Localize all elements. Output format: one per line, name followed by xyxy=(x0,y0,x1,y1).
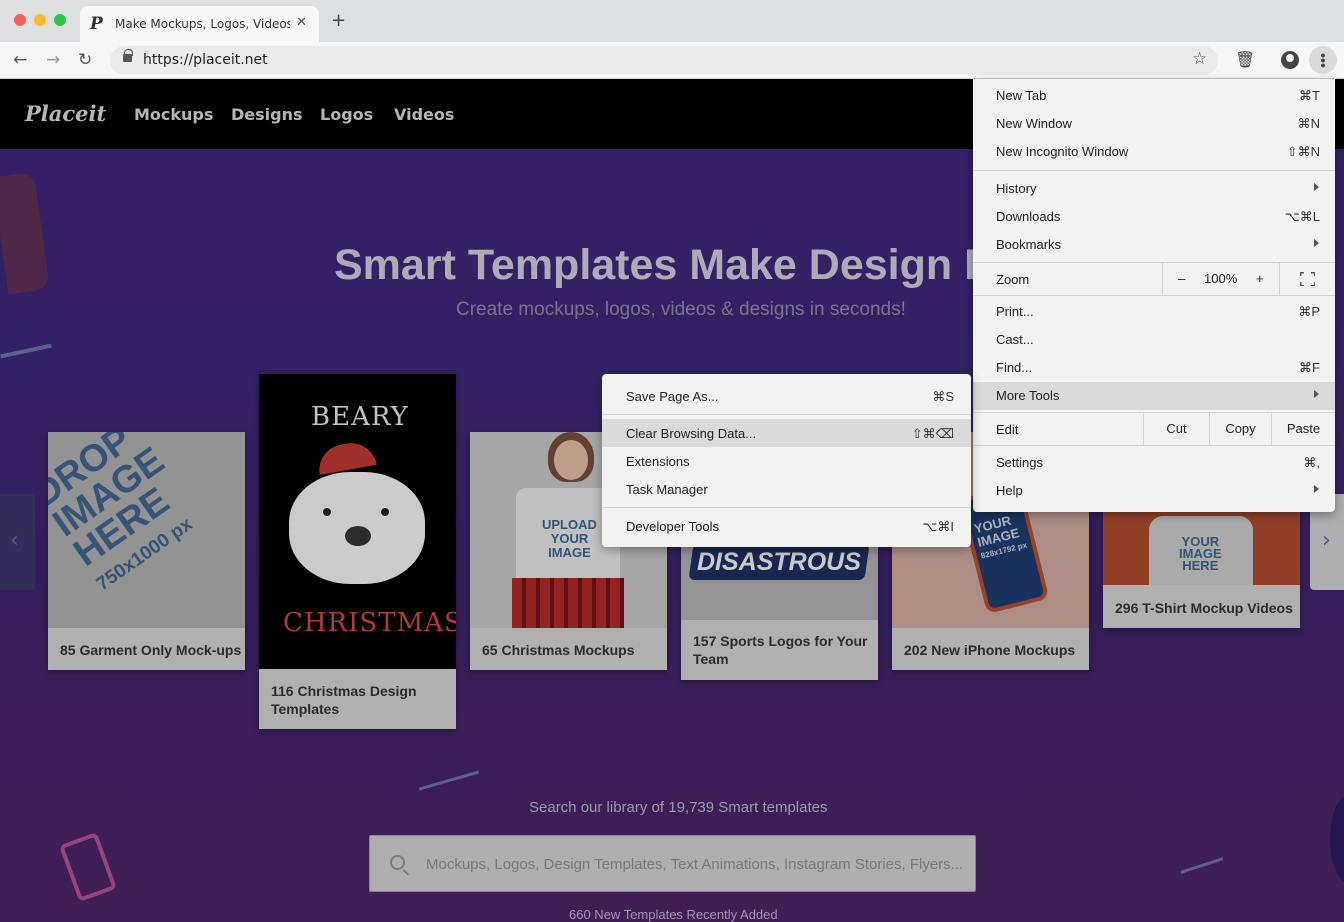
menu-item-label: Help xyxy=(996,483,1023,498)
menu-item-more-tools[interactable]: More Tools xyxy=(973,382,1335,410)
menu-item-shortcut: ⌘S xyxy=(932,389,954,404)
fullscreen-icon xyxy=(1300,272,1315,286)
zoom-in-button[interactable]: + xyxy=(1256,271,1264,286)
menu-item-shortcut: ⌘P xyxy=(1298,304,1320,319)
menu-divider xyxy=(973,295,1335,296)
tab-strip: P Make Mockups, Logos, Videos ✕ + xyxy=(0,0,1344,42)
zoom-window-button[interactable] xyxy=(54,14,66,26)
close-window-button[interactable] xyxy=(14,14,26,26)
menu-item-developer-tools[interactable]: Developer Tools ⌥⌘I xyxy=(602,512,971,540)
browser-toolbar: ← → ↻ https://placeit.net ☆ 🗑 xyxy=(0,42,1344,79)
address-bar[interactable]: https://placeit.net ☆ xyxy=(110,46,1218,75)
menu-item-label: New Incognito Window xyxy=(996,144,1129,159)
menu-item-bookmarks[interactable]: Bookmarks xyxy=(973,231,1335,259)
menu-item-task-manager[interactable]: Task Manager xyxy=(602,475,971,503)
chrome-main-menu: New Tab ⌘T New Window ⌘N New Incognito W… xyxy=(973,79,1335,512)
trash-icon[interactable]: 🗑 xyxy=(1235,50,1255,69)
menu-item-new-window[interactable]: New Window ⌘N xyxy=(973,110,1335,138)
menu-item-label: Extensions xyxy=(626,454,690,469)
zoom-label: Zoom xyxy=(996,272,1030,287)
menu-item-settings[interactable]: Settings ⌘, xyxy=(973,449,1335,477)
menu-row-zoom: Zoom – 100% + xyxy=(973,263,1335,295)
placeit-favicon-icon: P xyxy=(90,14,103,34)
menu-item-shortcut: ⇧⌘⌫ xyxy=(911,426,954,441)
menu-item-downloads[interactable]: Downloads ⌥⌘L xyxy=(973,203,1335,231)
lock-icon xyxy=(123,49,133,62)
menu-item-shortcut: ⌥⌘L xyxy=(1284,209,1320,224)
reload-icon[interactable]: ↻ xyxy=(78,50,92,70)
menu-item-label: Cast... xyxy=(996,332,1034,347)
menu-item-label: Save Page As... xyxy=(626,389,719,404)
minimize-window-button[interactable] xyxy=(34,14,46,26)
chrome-menu-button[interactable] xyxy=(1309,46,1337,74)
menu-item-save-page[interactable]: Save Page As... ⌘S xyxy=(602,382,971,410)
menu-item-label: New Window xyxy=(996,116,1072,131)
menu-divider xyxy=(602,507,971,508)
submenu-arrow-icon xyxy=(1314,390,1319,398)
menu-item-extensions[interactable]: Extensions xyxy=(602,447,971,475)
paste-button[interactable]: Paste xyxy=(1271,413,1335,445)
cut-button[interactable]: Cut xyxy=(1143,413,1209,445)
menu-item-shortcut: ⌘, xyxy=(1303,455,1320,470)
copy-button[interactable]: Copy xyxy=(1209,413,1271,445)
submenu-arrow-icon xyxy=(1314,183,1319,191)
menu-item-label: New Tab xyxy=(996,88,1047,103)
menu-item-label: Task Manager xyxy=(626,482,708,497)
menu-item-new-incognito[interactable]: New Incognito Window ⇧⌘N xyxy=(973,138,1335,166)
menu-divider xyxy=(973,445,1335,446)
menu-item-history[interactable]: History xyxy=(973,175,1335,203)
menu-icon xyxy=(1321,53,1325,68)
back-icon[interactable]: ← xyxy=(13,50,27,70)
submenu-arrow-icon xyxy=(1314,239,1319,247)
menu-item-label: Developer Tools xyxy=(626,519,719,534)
browser-tab[interactable]: P Make Mockups, Logos, Videos ✕ xyxy=(80,6,319,42)
url-text[interactable]: https://placeit.net xyxy=(143,52,268,68)
menu-item-label: Settings xyxy=(996,455,1043,470)
bookmark-star-icon[interactable]: ☆ xyxy=(1192,49,1207,69)
menu-item-shortcut: ⌘T xyxy=(1299,88,1320,103)
submenu-arrow-icon xyxy=(1314,485,1319,493)
menu-item-clear-browsing-data[interactable]: Clear Browsing Data... ⇧⌘⌫ xyxy=(602,419,971,447)
menu-item-label: Clear Browsing Data... xyxy=(626,426,757,441)
menu-item-new-tab[interactable]: New Tab ⌘T xyxy=(973,82,1335,110)
menu-divider xyxy=(602,414,971,415)
menu-item-print[interactable]: Print... ⌘P xyxy=(973,298,1335,326)
menu-item-shortcut: ⌘N xyxy=(1297,116,1320,131)
menu-item-cast[interactable]: Cast... xyxy=(973,326,1335,354)
more-tools-submenu: Save Page As... ⌘S Clear Browsing Data..… xyxy=(602,374,971,547)
menu-divider xyxy=(973,170,1335,171)
menu-item-shortcut: ⌥⌘I xyxy=(922,519,954,534)
menu-item-label: Bookmarks xyxy=(996,237,1062,252)
menu-item-label: More Tools xyxy=(996,388,1060,403)
forward-icon[interactable]: → xyxy=(46,50,60,70)
menu-item-help[interactable]: Help xyxy=(973,477,1335,505)
menu-item-shortcut: ⇧⌘N xyxy=(1286,144,1320,159)
tab-title: Make Mockups, Logos, Videos xyxy=(115,17,290,31)
menu-item-label: Downloads xyxy=(996,209,1061,224)
new-tab-button[interactable]: + xyxy=(331,12,346,30)
edit-label: Edit xyxy=(996,422,1019,437)
menu-item-label: Print... xyxy=(996,304,1034,319)
close-tab-icon[interactable]: ✕ xyxy=(296,15,307,30)
menu-item-shortcut: ⌘F xyxy=(1299,360,1320,375)
menu-item-label: History xyxy=(996,181,1037,196)
menu-item-label: Find... xyxy=(996,360,1033,375)
profile-icon[interactable] xyxy=(1281,51,1299,69)
menu-item-find[interactable]: Find... ⌘F xyxy=(973,354,1335,382)
zoom-out-button[interactable]: – xyxy=(1178,271,1185,286)
menu-row-edit: Edit Cut Copy Paste xyxy=(973,413,1335,445)
zoom-level: 100% xyxy=(1204,271,1238,286)
